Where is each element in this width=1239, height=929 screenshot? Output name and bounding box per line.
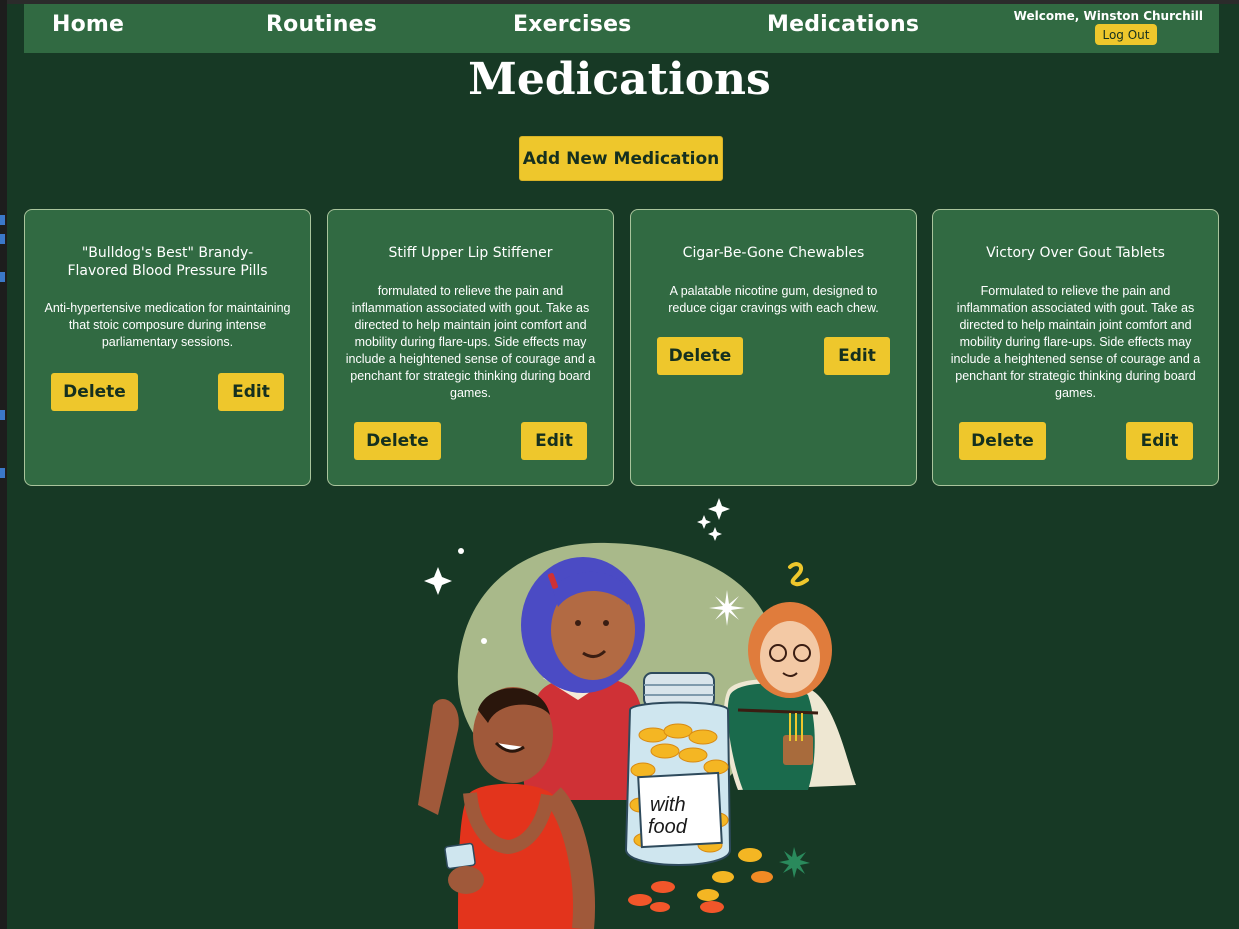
edit-button[interactable]: Edit <box>218 373 284 411</box>
medication-description: formulated to relieve the pain and infla… <box>345 284 596 400</box>
delete-button[interactable]: Delete <box>51 373 138 411</box>
navbar: Home Routines Exercises Medications Welc… <box>24 4 1219 53</box>
squiggle-decoration <box>788 562 809 587</box>
nav-home[interactable]: Home <box>52 12 124 37</box>
page-title: Medications <box>468 54 771 105</box>
star-decoration <box>779 847 810 878</box>
jar-label-with: with <box>650 794 686 816</box>
edit-button[interactable]: Edit <box>824 337 890 375</box>
medication-name: Cigar-Be-Gone Chewables <box>682 245 865 261</box>
medication-description: A palatable nicotine gum, designed to re… <box>668 284 879 315</box>
welcome-message: Welcome, Winston Churchill <box>1013 9 1203 23</box>
medication-name: Stiff Upper Lip Stiffener <box>388 245 553 261</box>
medication-people-illustration: with food <box>418 498 856 929</box>
edit-button[interactable]: Edit <box>521 422 587 460</box>
medication-card: "Bulldog's Best" Brandy-Flavored Blood P… <box>24 209 311 486</box>
medication-card: Stiff Upper Lip Stiffener formulated to … <box>327 209 614 486</box>
medication-card: Cigar-Be-Gone Chewables A palatable nico… <box>630 209 917 486</box>
nav-exercises[interactable]: Exercises <box>513 12 631 37</box>
medication-card: Victory Over Gout Tablets Formulated to … <box>932 209 1219 486</box>
logout-button[interactable]: Log Out <box>1095 24 1157 45</box>
edit-button[interactable]: Edit <box>1126 422 1193 460</box>
jar-label-food: food <box>648 816 688 838</box>
delete-button[interactable]: Delete <box>657 337 743 375</box>
medication-description: Formulated to relieve the pain and infla… <box>950 284 1201 400</box>
background-window-strip <box>0 0 7 929</box>
medication-name: Victory Over Gout Tablets <box>986 245 1165 261</box>
nav-routines[interactable]: Routines <box>266 12 377 37</box>
medication-description: Anti-hypertensive medication for maintai… <box>44 301 291 349</box>
delete-button[interactable]: Delete <box>959 422 1046 460</box>
medication-name: "Bulldog's Best" Brandy-Flavored Blood P… <box>67 245 268 279</box>
delete-button[interactable]: Delete <box>354 422 441 460</box>
nav-medications[interactable]: Medications <box>767 12 919 37</box>
add-medication-button[interactable]: Add New Medication <box>519 136 723 181</box>
